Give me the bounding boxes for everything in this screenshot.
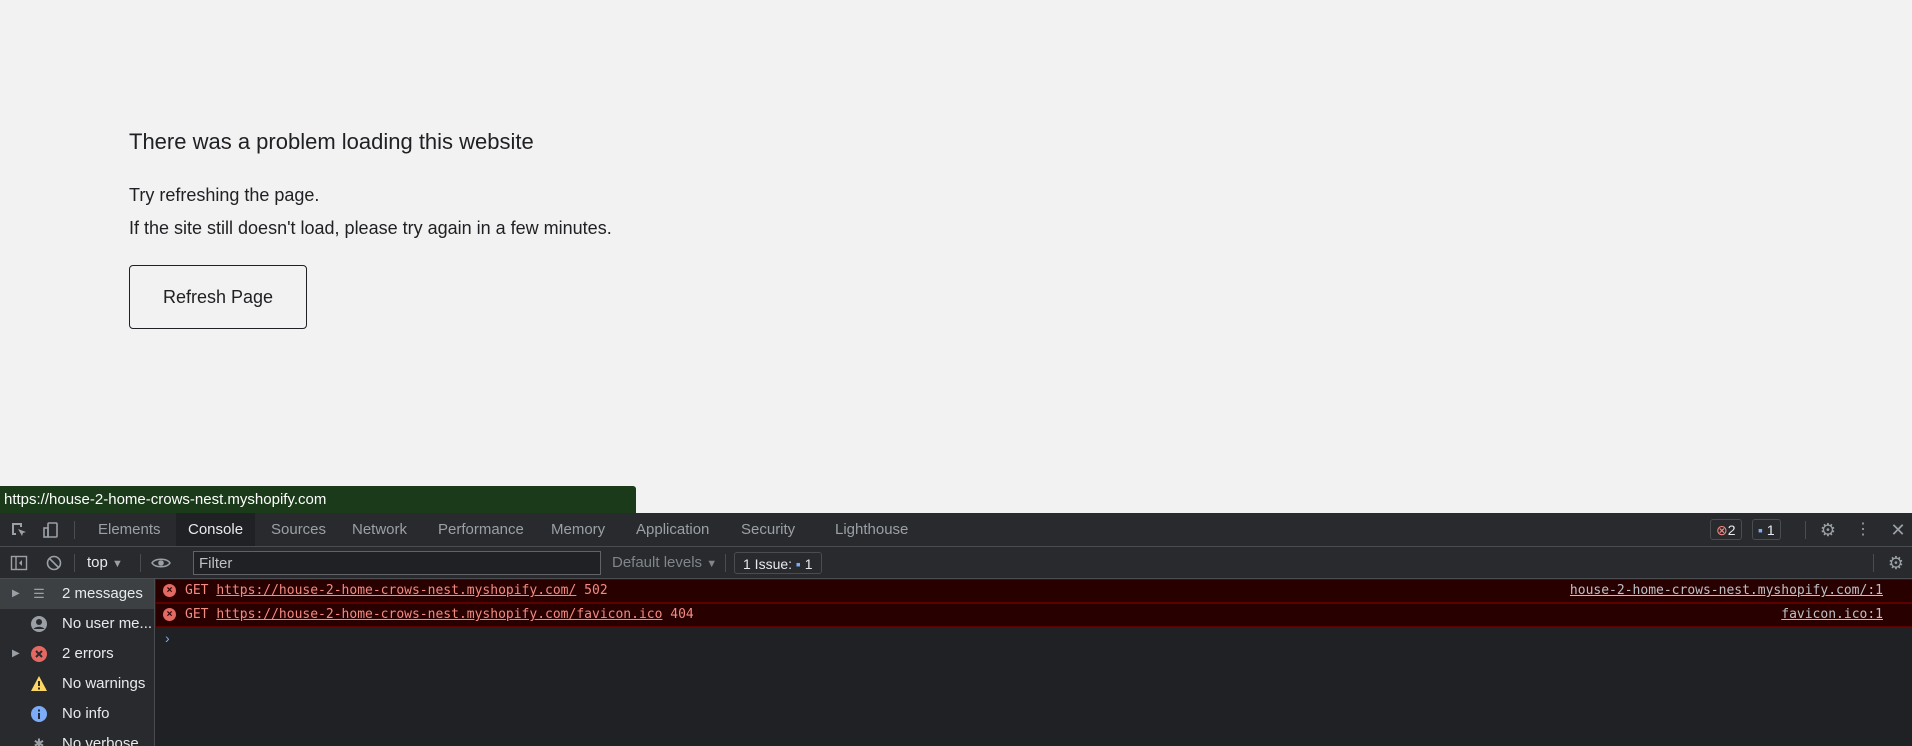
error-page: There was a problem loading this website… bbox=[0, 0, 1912, 513]
request-url-link[interactable]: https://house-2-home-crows-nest.myshopif… bbox=[216, 607, 662, 622]
tab-network[interactable]: Network bbox=[340, 513, 419, 546]
issue-count-badge[interactable]: ▪ 1 bbox=[1752, 519, 1781, 540]
expand-triangle-icon[interactable]: ▶ bbox=[12, 639, 20, 669]
sidebar-item-messages[interactable]: ▶ ☰ 2 messages bbox=[0, 579, 154, 609]
settings-gear-icon[interactable]: ⚙ bbox=[1819, 521, 1837, 539]
status-code: 404 bbox=[670, 607, 694, 622]
page-title: There was a problem loading this website bbox=[129, 129, 534, 154]
close-icon[interactable]: ✕ bbox=[1889, 521, 1907, 539]
hint-text: Try refreshing the page. bbox=[129, 185, 320, 205]
tab-performance[interactable]: Performance bbox=[426, 513, 536, 546]
message-icon: ▪ bbox=[795, 556, 801, 572]
tab-memory[interactable]: Memory bbox=[539, 513, 617, 546]
error-icon: × bbox=[163, 608, 176, 621]
tab-sources[interactable]: Sources bbox=[259, 513, 338, 546]
divider bbox=[74, 554, 75, 572]
user-icon bbox=[30, 615, 48, 633]
more-options-icon[interactable]: ⋮ bbox=[1854, 521, 1872, 539]
tab-console[interactable]: Console bbox=[176, 513, 256, 546]
dropdown-arrow-icon: ▼ bbox=[112, 558, 123, 570]
log-levels-dropdown[interactable]: Default levels ▼ bbox=[612, 547, 717, 580]
issues-button[interactable]: 1 Issue: ▪ 1 bbox=[734, 552, 822, 574]
info-icon bbox=[30, 705, 48, 723]
devtools-panel: Elements Console Sources Network Perform… bbox=[0, 513, 1912, 746]
console-settings-gear-icon[interactable]: ⚙ bbox=[1887, 554, 1905, 572]
bug-icon: ✱ bbox=[33, 736, 45, 746]
retry-text: If the site still doesn't load, please t… bbox=[129, 218, 612, 238]
status-bar-url: https://house-2-home-crows-nest.myshopif… bbox=[0, 486, 636, 513]
tab-security[interactable]: Security bbox=[729, 513, 807, 546]
sidebar-toggle-icon[interactable] bbox=[10, 554, 28, 572]
clear-console-icon[interactable] bbox=[45, 554, 63, 572]
sidebar-item-verbose[interactable]: ✱ No verbose bbox=[0, 729, 154, 746]
message-icon: ▪ bbox=[1758, 522, 1763, 538]
tab-application[interactable]: Application bbox=[624, 513, 721, 546]
error-icon: ⊗ bbox=[1716, 522, 1728, 538]
source-link[interactable]: favicon.ico:1 bbox=[1781, 604, 1883, 626]
tab-elements[interactable]: Elements bbox=[86, 513, 173, 546]
status-code: 502 bbox=[584, 583, 608, 598]
console-error-row: × GET https://house-2-home-crows-nest.my… bbox=[156, 579, 1912, 603]
sidebar-item-errors[interactable]: ▶ 2 errors bbox=[0, 639, 154, 669]
error-icon bbox=[30, 645, 48, 663]
divider bbox=[725, 554, 726, 572]
dropdown-arrow-icon: ▼ bbox=[706, 558, 718, 570]
sidebar-item-warnings[interactable]: No warnings bbox=[0, 669, 154, 699]
console-toolbar: top ▼ Default levels ▼ 1 Issue: ▪ 1 ⚙ bbox=[0, 547, 1912, 579]
list-icon: ☰ bbox=[33, 586, 45, 601]
divider bbox=[140, 554, 141, 572]
refresh-page-button[interactable]: Refresh Page bbox=[129, 265, 307, 329]
error-icon: × bbox=[163, 584, 176, 597]
devtools-tabbar: Elements Console Sources Network Perform… bbox=[0, 513, 1912, 547]
inspect-element-icon[interactable] bbox=[10, 521, 28, 539]
source-link[interactable]: house-2-home-crows-nest.myshopify.com/:1 bbox=[1570, 580, 1883, 602]
divider bbox=[1805, 521, 1806, 539]
tab-lighthouse[interactable]: Lighthouse bbox=[823, 513, 920, 546]
divider bbox=[74, 521, 75, 539]
console-sidebar: ▶ ☰ 2 messages No user me... ▶ 2 errors … bbox=[0, 579, 155, 746]
sidebar-item-user-messages[interactable]: No user me... bbox=[0, 609, 154, 639]
filter-input[interactable] bbox=[193, 551, 601, 575]
console-output: × GET https://house-2-home-crows-nest.my… bbox=[156, 579, 1912, 746]
expand-triangle-icon[interactable]: ▶ bbox=[12, 579, 20, 609]
device-toolbar-icon[interactable] bbox=[42, 521, 60, 539]
request-url-link[interactable]: https://house-2-home-crows-nest.myshopif… bbox=[216, 583, 576, 598]
warning-icon bbox=[30, 675, 48, 693]
sidebar-item-info[interactable]: No info bbox=[0, 699, 154, 729]
error-count-badge[interactable]: ⊗2 bbox=[1710, 519, 1742, 540]
live-expression-eye-icon[interactable] bbox=[151, 554, 171, 572]
context-selector[interactable]: top ▼ bbox=[87, 547, 123, 580]
divider bbox=[1873, 554, 1874, 572]
console-error-row: × GET https://house-2-home-crows-nest.my… bbox=[156, 603, 1912, 627]
console-prompt-chevron-icon[interactable]: › bbox=[165, 630, 170, 646]
